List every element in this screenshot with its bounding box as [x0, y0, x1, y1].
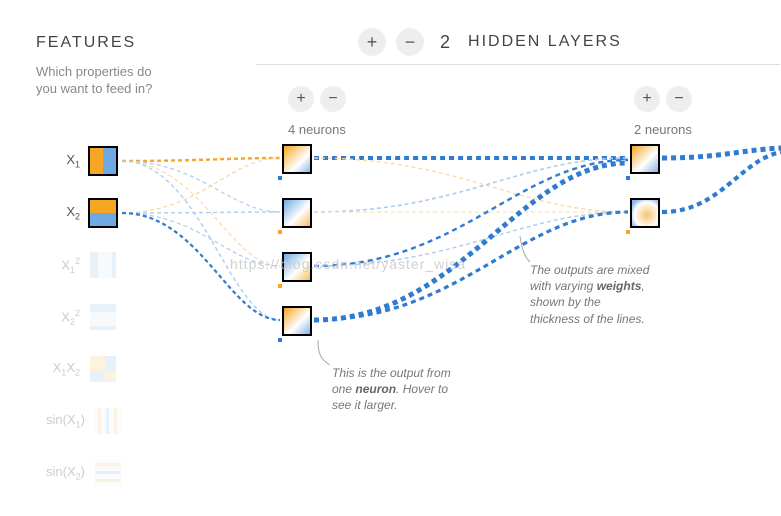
feature-label: sin(X2): [46, 464, 85, 482]
layer-1-neuron-count: 4 neurons: [288, 122, 346, 137]
feature-label: X12: [46, 256, 80, 275]
layer-2-remove-neuron-button[interactable]: −: [666, 86, 692, 112]
hidden-layer-count: 2: [440, 32, 452, 53]
divider: [256, 64, 780, 65]
feature-thumb: [88, 146, 118, 176]
feature-thumb: [88, 354, 118, 384]
watermark: https://blog.csdn.net/yaster_wisa: [230, 256, 466, 272]
feature-thumb: [88, 302, 118, 332]
feature-thumb: [88, 250, 118, 280]
feature-x1x2[interactable]: X1X2: [46, 354, 118, 384]
layer-1-add-neuron-button[interactable]: +: [288, 86, 314, 112]
hidden-layers-control: + − 2 HIDDEN LAYERS: [358, 28, 622, 56]
layer-2-neuron-2[interactable]: [630, 198, 660, 228]
bias-tick: [626, 176, 630, 180]
feature-label: X1X2: [46, 360, 80, 378]
hidden-layers-label: HIDDEN LAYERS: [468, 33, 622, 51]
bias-tick: [278, 284, 282, 288]
feature-x2[interactable]: X2: [46, 198, 118, 228]
layer-2-neuron-1[interactable]: [630, 144, 660, 174]
add-hidden-layer-button[interactable]: +: [358, 28, 386, 56]
feature-thumb: [93, 458, 123, 488]
layer-1-remove-neuron-button[interactable]: −: [320, 86, 346, 112]
layer-1-neuron-4[interactable]: [282, 306, 312, 336]
layer-2-neuron-count: 2 neurons: [634, 122, 692, 137]
remove-hidden-layer-button[interactable]: −: [396, 28, 424, 56]
layer-1-neuron-1[interactable]: [282, 144, 312, 174]
feature-sinx1[interactable]: sin(X1): [46, 406, 123, 436]
feature-sinx2[interactable]: sin(X2): [46, 458, 123, 488]
feature-label: X2: [46, 204, 80, 222]
feature-label: X22: [46, 308, 80, 327]
bias-tick: [278, 338, 282, 342]
features-title: FEATURES: [36, 34, 136, 52]
layer-1-control: + −: [288, 86, 346, 112]
feature-thumb: [88, 198, 118, 228]
layer-2-add-neuron-button[interactable]: +: [634, 86, 660, 112]
bias-tick: [278, 176, 282, 180]
feature-x1-sq[interactable]: X12: [46, 250, 118, 280]
feature-x1[interactable]: X1: [46, 146, 118, 176]
bias-tick: [278, 230, 282, 234]
feature-x2-sq[interactable]: X22: [46, 302, 118, 332]
layer-2-control: + −: [634, 86, 692, 112]
neuron-output-annotation: This is the output from one neuron. Hove…: [332, 365, 462, 414]
weights-annotation: The outputs are mixed with varying weigh…: [530, 262, 650, 327]
layer-1-neuron-2[interactable]: [282, 198, 312, 228]
feature-thumb: [93, 406, 123, 436]
bias-tick: [626, 230, 630, 234]
feature-label: sin(X1): [46, 412, 85, 430]
features-subtitle: Which properties do you want to feed in?: [36, 64, 176, 98]
feature-label: X1: [46, 152, 80, 170]
